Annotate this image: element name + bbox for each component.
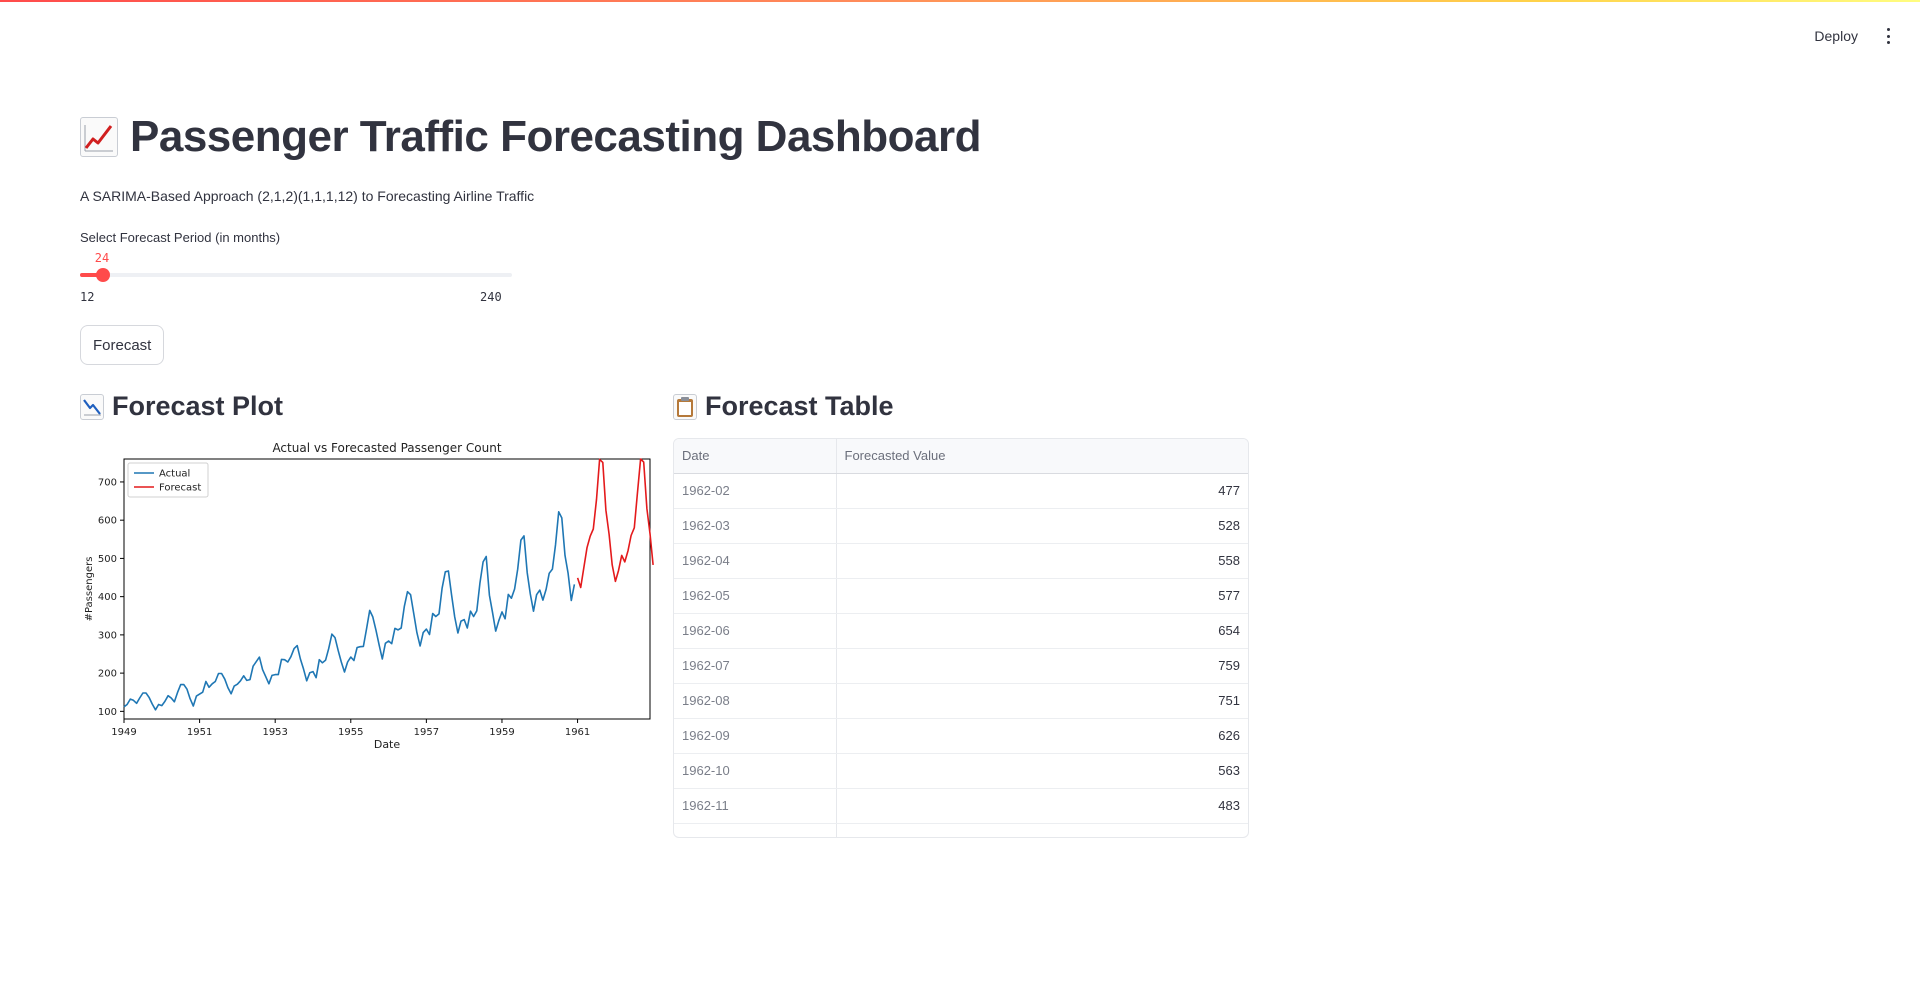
slider-min-label: 12: [80, 290, 95, 304]
x-tick-label: 1961: [565, 727, 590, 738]
chart-decreasing-icon: [80, 393, 104, 420]
slider-thumb[interactable]: [95, 268, 110, 282]
cell-forecasted-value[interactable]: 577: [836, 578, 1248, 614]
chart-increasing-icon: [80, 117, 118, 157]
legend-label-actual: Actual: [159, 469, 190, 480]
cell-forecasted-value[interactable]: 477: [836, 473, 1248, 509]
cell-forecasted-value[interactable]: 563: [836, 753, 1248, 789]
table-row[interactable]: 1962-02 477: [674, 473, 1248, 509]
forecast-table-title: Forecast Table: [705, 391, 894, 421]
page-title-text: Passenger Traffic Forecasting Dashboard: [130, 112, 982, 161]
more-vertical-icon[interactable]: [1880, 26, 1896, 46]
forecast-table-heading: Forecast Table: [673, 391, 894, 422]
table-row[interactable]: 1962-09 626: [674, 718, 1248, 754]
y-axis-label: #Passengers: [84, 557, 95, 622]
plot-area: [123, 458, 651, 720]
x-tick-label: 1949: [111, 727, 136, 738]
table-row[interactable]: 1962-03 528: [674, 508, 1248, 544]
forecast-chart: Actual vs Forecasted Passenger Count Date…: [80, 438, 654, 758]
table-header-row: Date Forecasted Value: [674, 439, 1248, 474]
cell-forecasted-value[interactable]: 626: [836, 718, 1248, 754]
cell-date[interactable]: 1962-04: [674, 543, 837, 579]
top-decoration-bar: [0, 0, 1920, 2]
column-header-date[interactable]: Date: [674, 439, 837, 474]
forecast-period-slider[interactable]: [80, 268, 512, 282]
forecast-chart-svg: Actual vs Forecasted Passenger Count Date…: [84, 441, 654, 751]
table-row[interactable]: 1962-04 558: [674, 543, 1248, 579]
x-tick-label: 1959: [489, 727, 514, 738]
cell-date[interactable]: 1962-06: [674, 613, 837, 649]
forecast-button[interactable]: Forecast: [80, 325, 165, 365]
y-tick-label: 500: [98, 554, 117, 565]
cell-date[interactable]: 1962-08: [674, 683, 837, 719]
cell-date[interactable]: 1962-02: [674, 473, 837, 509]
slider-current-value: 24: [94, 251, 110, 265]
y-tick-label: 700: [98, 477, 117, 488]
x-tick-label: 1951: [187, 727, 212, 738]
table-body: 1962-02 477 1962-03 528 1962-04 558 1962-05 577…: [674, 473, 1248, 837]
cell-date[interactable]: 1962-11: [674, 788, 837, 824]
x-axis-label: Date: [374, 738, 401, 751]
x-tick-label: 1957: [414, 727, 439, 738]
page-title: Passenger Traffic Forecasting Dashboard: [80, 112, 982, 162]
cell-value-partial: [836, 823, 1248, 837]
page-subtitle: A SARIMA-Based Approach (2,1,2)(1,1,1,12…: [80, 188, 535, 204]
table-row[interactable]: 1962-05 577: [674, 578, 1248, 614]
table-row-partial: [674, 823, 1248, 837]
x-tick-label: 1955: [338, 727, 363, 738]
slider-max-label: 240: [480, 290, 502, 304]
column-header-forecasted-value[interactable]: Forecasted Value: [836, 439, 1248, 474]
cell-date[interactable]: 1962-05: [674, 578, 837, 614]
cell-forecasted-value[interactable]: 751: [836, 683, 1248, 719]
table-row[interactable]: 1962-11 483: [674, 788, 1248, 824]
chart-title: Actual vs Forecasted Passenger Count: [272, 441, 501, 455]
legend-label-forecast: Forecast: [159, 483, 201, 494]
cell-forecasted-value[interactable]: 759: [836, 648, 1248, 684]
cell-forecasted-value[interactable]: 558: [836, 543, 1248, 579]
y-tick-label: 200: [98, 669, 117, 680]
y-tick-label: 400: [98, 592, 117, 603]
table-row[interactable]: 1962-06 654: [674, 613, 1248, 649]
y-tick-label: 100: [98, 707, 117, 718]
deploy-button[interactable]: Deploy: [1810, 22, 1862, 50]
forecast-plot-title: Forecast Plot: [112, 391, 284, 421]
cell-forecasted-value[interactable]: 654: [836, 613, 1248, 649]
y-tick-label: 300: [98, 630, 117, 641]
table-row[interactable]: 1962-10 563: [674, 753, 1248, 789]
table-row[interactable]: 1962-08 751: [674, 683, 1248, 719]
table-row[interactable]: 1962-07 759: [674, 648, 1248, 684]
forecast-table-container[interactable]: Date Forecasted Value 1962-02 477 1962-03 5…: [673, 438, 1249, 838]
cell-forecasted-value[interactable]: 483: [836, 788, 1248, 824]
cell-date[interactable]: 1962-10: [674, 753, 837, 789]
slider-label: Select Forecast Period (in months): [80, 230, 281, 245]
header-actions: Deploy: [1810, 22, 1896, 50]
cell-date-partial: [674, 823, 837, 837]
cell-date[interactable]: 1962-07: [674, 648, 837, 684]
cell-forecasted-value[interactable]: 528: [836, 508, 1248, 544]
forecast-plot-heading: Forecast Plot: [80, 391, 283, 422]
clipboard-icon: [673, 393, 697, 420]
cell-date[interactable]: 1962-09: [674, 718, 837, 754]
y-tick-label: 600: [98, 516, 117, 527]
x-tick-label: 1953: [262, 727, 287, 738]
forecast-table: Date Forecasted Value 1962-02 477 1962-03 5…: [674, 439, 1248, 837]
cell-date[interactable]: 1962-03: [674, 508, 837, 544]
